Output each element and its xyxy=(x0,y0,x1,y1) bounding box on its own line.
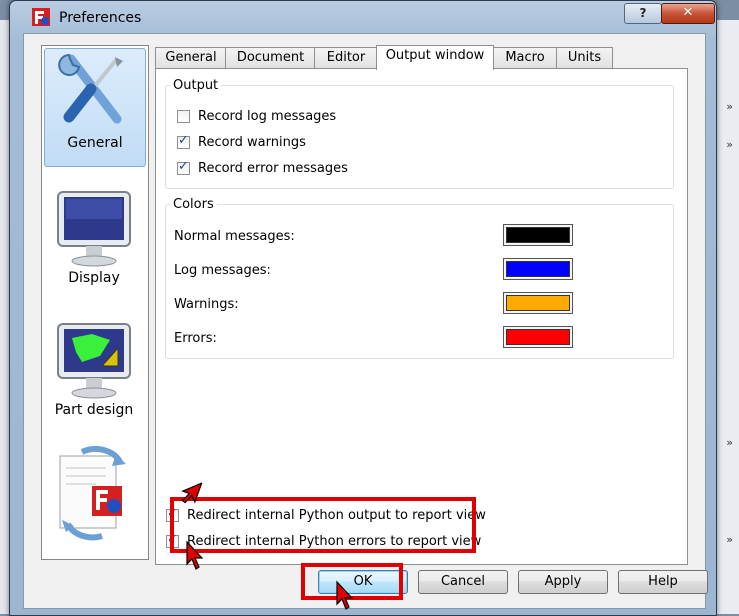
tab-macro[interactable]: Macro xyxy=(492,47,558,69)
help-button[interactable]: Help xyxy=(618,570,708,594)
tab-document[interactable]: Document xyxy=(225,47,316,69)
errors-color-button[interactable] xyxy=(503,326,573,348)
chevron-right-icon[interactable]: » xyxy=(726,100,733,113)
redirect-highlight-box xyxy=(170,497,476,553)
warnings-color-button[interactable] xyxy=(503,292,573,314)
import-export-icon xyxy=(59,446,126,541)
category-part-design[interactable]: Part design xyxy=(44,318,144,438)
tab-output-window[interactable]: Output window xyxy=(376,45,494,70)
color-swatch xyxy=(506,227,570,243)
cursor-arrow-icon xyxy=(336,580,354,610)
record-warnings-checkbox[interactable]: Record warnings xyxy=(177,133,306,151)
cursor-arrow-icon xyxy=(181,482,202,504)
category-label: General xyxy=(67,135,123,151)
output-group-title: Output xyxy=(170,78,222,93)
chevron-right-icon[interactable]: » xyxy=(726,436,733,449)
category-general[interactable]: General xyxy=(44,48,146,167)
normal-messages-label: Normal messages: xyxy=(174,229,295,244)
chevron-right-icon[interactable]: » xyxy=(726,138,733,151)
checkbox-box[interactable] xyxy=(177,109,190,123)
category-label: Display xyxy=(68,270,120,286)
wrench-screwdriver-icon xyxy=(58,53,123,124)
log-messages-color-button[interactable] xyxy=(503,258,573,280)
checkbox-label: Record log messages xyxy=(198,108,337,124)
errors-label: Errors: xyxy=(174,331,217,346)
part-design-icon xyxy=(57,323,131,399)
checkbox-box[interactable] xyxy=(177,133,190,149)
cursor-arrow-icon xyxy=(186,540,204,570)
output-window-panel: Output Record log messages Record warnin… xyxy=(155,68,688,565)
monitor-icon xyxy=(57,191,131,267)
category-list[interactable]: General Display Part design xyxy=(41,45,149,560)
freecad-app-icon xyxy=(32,8,50,26)
category-label: Part design xyxy=(54,402,134,418)
tab-general[interactable]: General xyxy=(155,47,227,69)
dialog-title: Preferences xyxy=(59,10,142,26)
color-swatch xyxy=(506,329,570,345)
warnings-label: Warnings: xyxy=(174,297,239,312)
normal-messages-color-button[interactable] xyxy=(503,224,573,246)
checkbox-label: Record error messages xyxy=(198,160,348,176)
checkbox-label: Record warnings xyxy=(198,134,306,150)
title-bar[interactable]: Preferences ? ✕ xyxy=(10,1,716,35)
category-display[interactable]: Display xyxy=(44,186,144,306)
tab-editor[interactable]: Editor xyxy=(314,47,378,69)
record-errors-checkbox[interactable]: Record error messages xyxy=(177,159,348,177)
apply-button[interactable]: Apply xyxy=(518,570,608,594)
record-log-checkbox[interactable]: Record log messages xyxy=(177,107,336,125)
colors-group xyxy=(165,204,674,359)
context-help-button[interactable]: ? xyxy=(624,3,662,24)
checkbox-box[interactable] xyxy=(177,159,190,175)
cancel-button[interactable]: Cancel xyxy=(418,570,508,594)
chevron-right-icon[interactable]: » xyxy=(726,533,733,546)
tab-units[interactable]: Units xyxy=(556,47,613,69)
color-swatch xyxy=(506,261,570,277)
colors-group-title: Colors xyxy=(170,197,217,212)
close-button[interactable]: ✕ xyxy=(661,3,715,24)
color-swatch xyxy=(506,295,570,311)
category-import-export[interactable] xyxy=(44,446,144,556)
log-messages-label: Log messages: xyxy=(174,263,271,278)
